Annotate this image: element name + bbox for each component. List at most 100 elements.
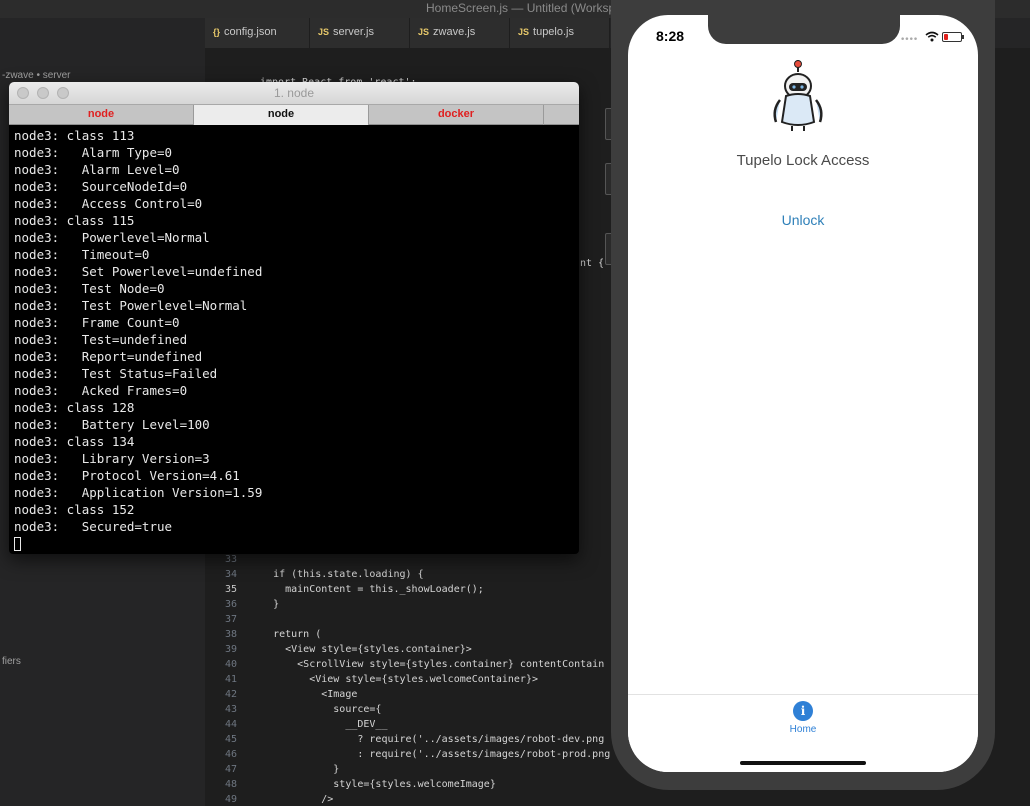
phone-notch — [708, 15, 900, 44]
info-icon: i — [793, 701, 813, 721]
tab-tupelo-js[interactable]: JS tupelo.js — [510, 18, 610, 48]
line-number: 43 — [224, 704, 237, 715]
tab-label: config.json — [224, 26, 277, 38]
terminal-line: node3: Timeout=0 — [14, 247, 150, 262]
terminal-tab-new[interactable] — [544, 105, 579, 125]
code-line: 39 <View style={styles.container}> — [205, 644, 472, 659]
terminal-line: node3: Application Version=1.59 — [14, 485, 263, 500]
line-number: 42 — [224, 689, 237, 700]
code-text: : require('../assets/images/robot-prod.p… — [249, 749, 611, 760]
terminal-tab-node-2[interactable]: node — [194, 105, 369, 125]
js-file-icon: JS — [518, 27, 530, 37]
terminal-line: node3: Alarm Type=0 — [14, 145, 173, 160]
terminal-line: node3: Report=undefined — [14, 349, 203, 364]
code-line: 35 mainContent = this._showLoader(); — [205, 584, 484, 599]
code-text: } — [249, 764, 340, 775]
robot-logo-icon — [773, 60, 823, 131]
code-text: <View style={styles.welcomeContainer}> — [249, 674, 538, 685]
terminal-lines: node3: class 113 node3: Alarm Type=0 node3… — [14, 127, 574, 535]
unlock-button[interactable]: Unlock — [753, 212, 853, 228]
terminal-line: node3: class 115 — [14, 213, 135, 228]
js-file-icon: JS — [318, 27, 330, 37]
code-line: 46 : require('../assets/images/robot-pro… — [205, 749, 610, 764]
tab-config-json[interactable]: {} config.json — [205, 18, 310, 48]
code-text: } — [249, 599, 280, 610]
terminal-line: node3: Powerlevel=Normal — [14, 230, 210, 245]
terminal-line: node3: SourceNodeId=0 — [14, 179, 188, 194]
line-number: 37 — [224, 614, 237, 625]
code-line: 44 __DEV__ — [205, 719, 388, 734]
code-text: <Image — [249, 689, 358, 700]
code-text: source={ — [249, 704, 382, 715]
code-line: 42 <Image — [205, 689, 357, 704]
line-number: 45 — [224, 734, 237, 745]
terminal-line: node3: Frame Count=0 — [14, 315, 180, 330]
terminal-tab-node-1[interactable]: node — [9, 105, 194, 125]
terminal-output[interactable]: node3: class 113 node3: Alarm Type=0 node3… — [14, 127, 574, 552]
code-line: 36 } — [205, 599, 279, 614]
tab-server-js[interactable]: JS server.js — [310, 18, 410, 48]
code-line: 43 source={ — [205, 704, 382, 719]
terminal-line: node3: class 128 — [14, 400, 135, 415]
code-text: ? require('../assets/images/robot-dev.pn… — [249, 734, 605, 745]
tab-label: zwave.js — [433, 26, 476, 38]
terminal-prompt[interactable] — [14, 535, 574, 552]
terminal-line: node3: Test=undefined — [14, 332, 188, 347]
iphone-simulator: 8:28 •••• Tupelo Lock Access Unlock i Ho… — [611, 0, 995, 790]
code-text: <View style={styles.container}> — [249, 644, 472, 655]
code-line: 48 style={styles.welcomeImage} — [205, 779, 496, 794]
line-number: 34 — [224, 569, 237, 580]
tab-home-label: Home — [789, 724, 817, 735]
code-line: 45 ? require('../assets/images/robot-dev… — [205, 734, 604, 749]
tab-home[interactable]: i Home — [778, 701, 828, 741]
terminal-title: 1. node — [273, 86, 315, 100]
terminal-line: node3: Set Powerlevel=undefined — [14, 264, 263, 279]
phone-screen: 8:28 •••• Tupelo Lock Access Unlock i Ho… — [628, 15, 978, 772]
terminal-line: node3: Access Control=0 — [14, 196, 203, 211]
code-text: __DEV__ — [249, 719, 388, 730]
line-number: 38 — [224, 629, 237, 640]
code-text: <ScrollView style={styles.container} con… — [249, 659, 605, 670]
code-text: mainContent = this._showLoader(); — [249, 584, 484, 595]
code-line: 47 } — [205, 764, 339, 779]
battery-icon — [942, 32, 964, 42]
code-text: return ( — [249, 629, 322, 640]
wifi-icon — [925, 31, 939, 42]
explorer-section-label[interactable]: fiers — [2, 656, 21, 667]
terminal-title-bar[interactable]: 1. node — [9, 82, 579, 104]
terminal-cursor — [14, 536, 21, 551]
code-line: 38 return ( — [205, 629, 321, 644]
js-file-icon: JS — [418, 27, 430, 37]
code-text: style={styles.welcomeImage} — [249, 779, 496, 790]
tab-zwave-js[interactable]: JS zwave.js — [410, 18, 510, 48]
terminal-line: node3: Test Status=Failed — [14, 366, 218, 381]
code-line: 49 /> — [205, 794, 333, 806]
terminal-line: node3: Protocol Version=4.61 — [14, 468, 240, 483]
signal-icon: •••• — [900, 35, 918, 45]
terminal-tab-bar: node node docker — [9, 104, 579, 125]
status-bar-time: 8:28 — [656, 28, 685, 44]
code-text: if (this.state.loading) { — [249, 569, 424, 580]
code-line: 34 if (this.state.loading) { — [205, 569, 424, 584]
terminal-window[interactable]: 1. node node node docker node3: class 11… — [9, 82, 579, 554]
terminal-line: node3: Secured=true — [14, 519, 173, 534]
app-title: Tupelo Lock Access — [736, 152, 870, 169]
code-line: 41 <View style={styles.welcomeContainer}… — [205, 674, 538, 689]
code-text: /> — [249, 794, 334, 805]
tab-label: tupelo.js — [533, 26, 574, 38]
tab-label: server.js — [333, 26, 374, 38]
terminal-line: node3: Test Node=0 — [14, 281, 165, 296]
explorer-folder-label[interactable]: -zwave • server — [2, 70, 71, 81]
code-line: 33 — [205, 554, 249, 569]
terminal-line: node3: Library Version=3 — [14, 451, 210, 466]
line-number: 44 — [224, 719, 237, 730]
json-file-icon: {} — [213, 27, 221, 37]
line-number: 33 — [224, 554, 237, 565]
terminal-line: node3: Test Powerlevel=Normal — [14, 298, 248, 313]
code-fragment: nt { — [580, 258, 605, 269]
home-indicator[interactable] — [740, 761, 866, 765]
vscode-window-title: HomeScreen.js — Untitled (Workspace) — [426, 1, 639, 15]
line-number: 40 — [224, 659, 237, 670]
terminal-tab-docker[interactable]: docker — [369, 105, 544, 125]
line-number: 46 — [224, 749, 237, 760]
